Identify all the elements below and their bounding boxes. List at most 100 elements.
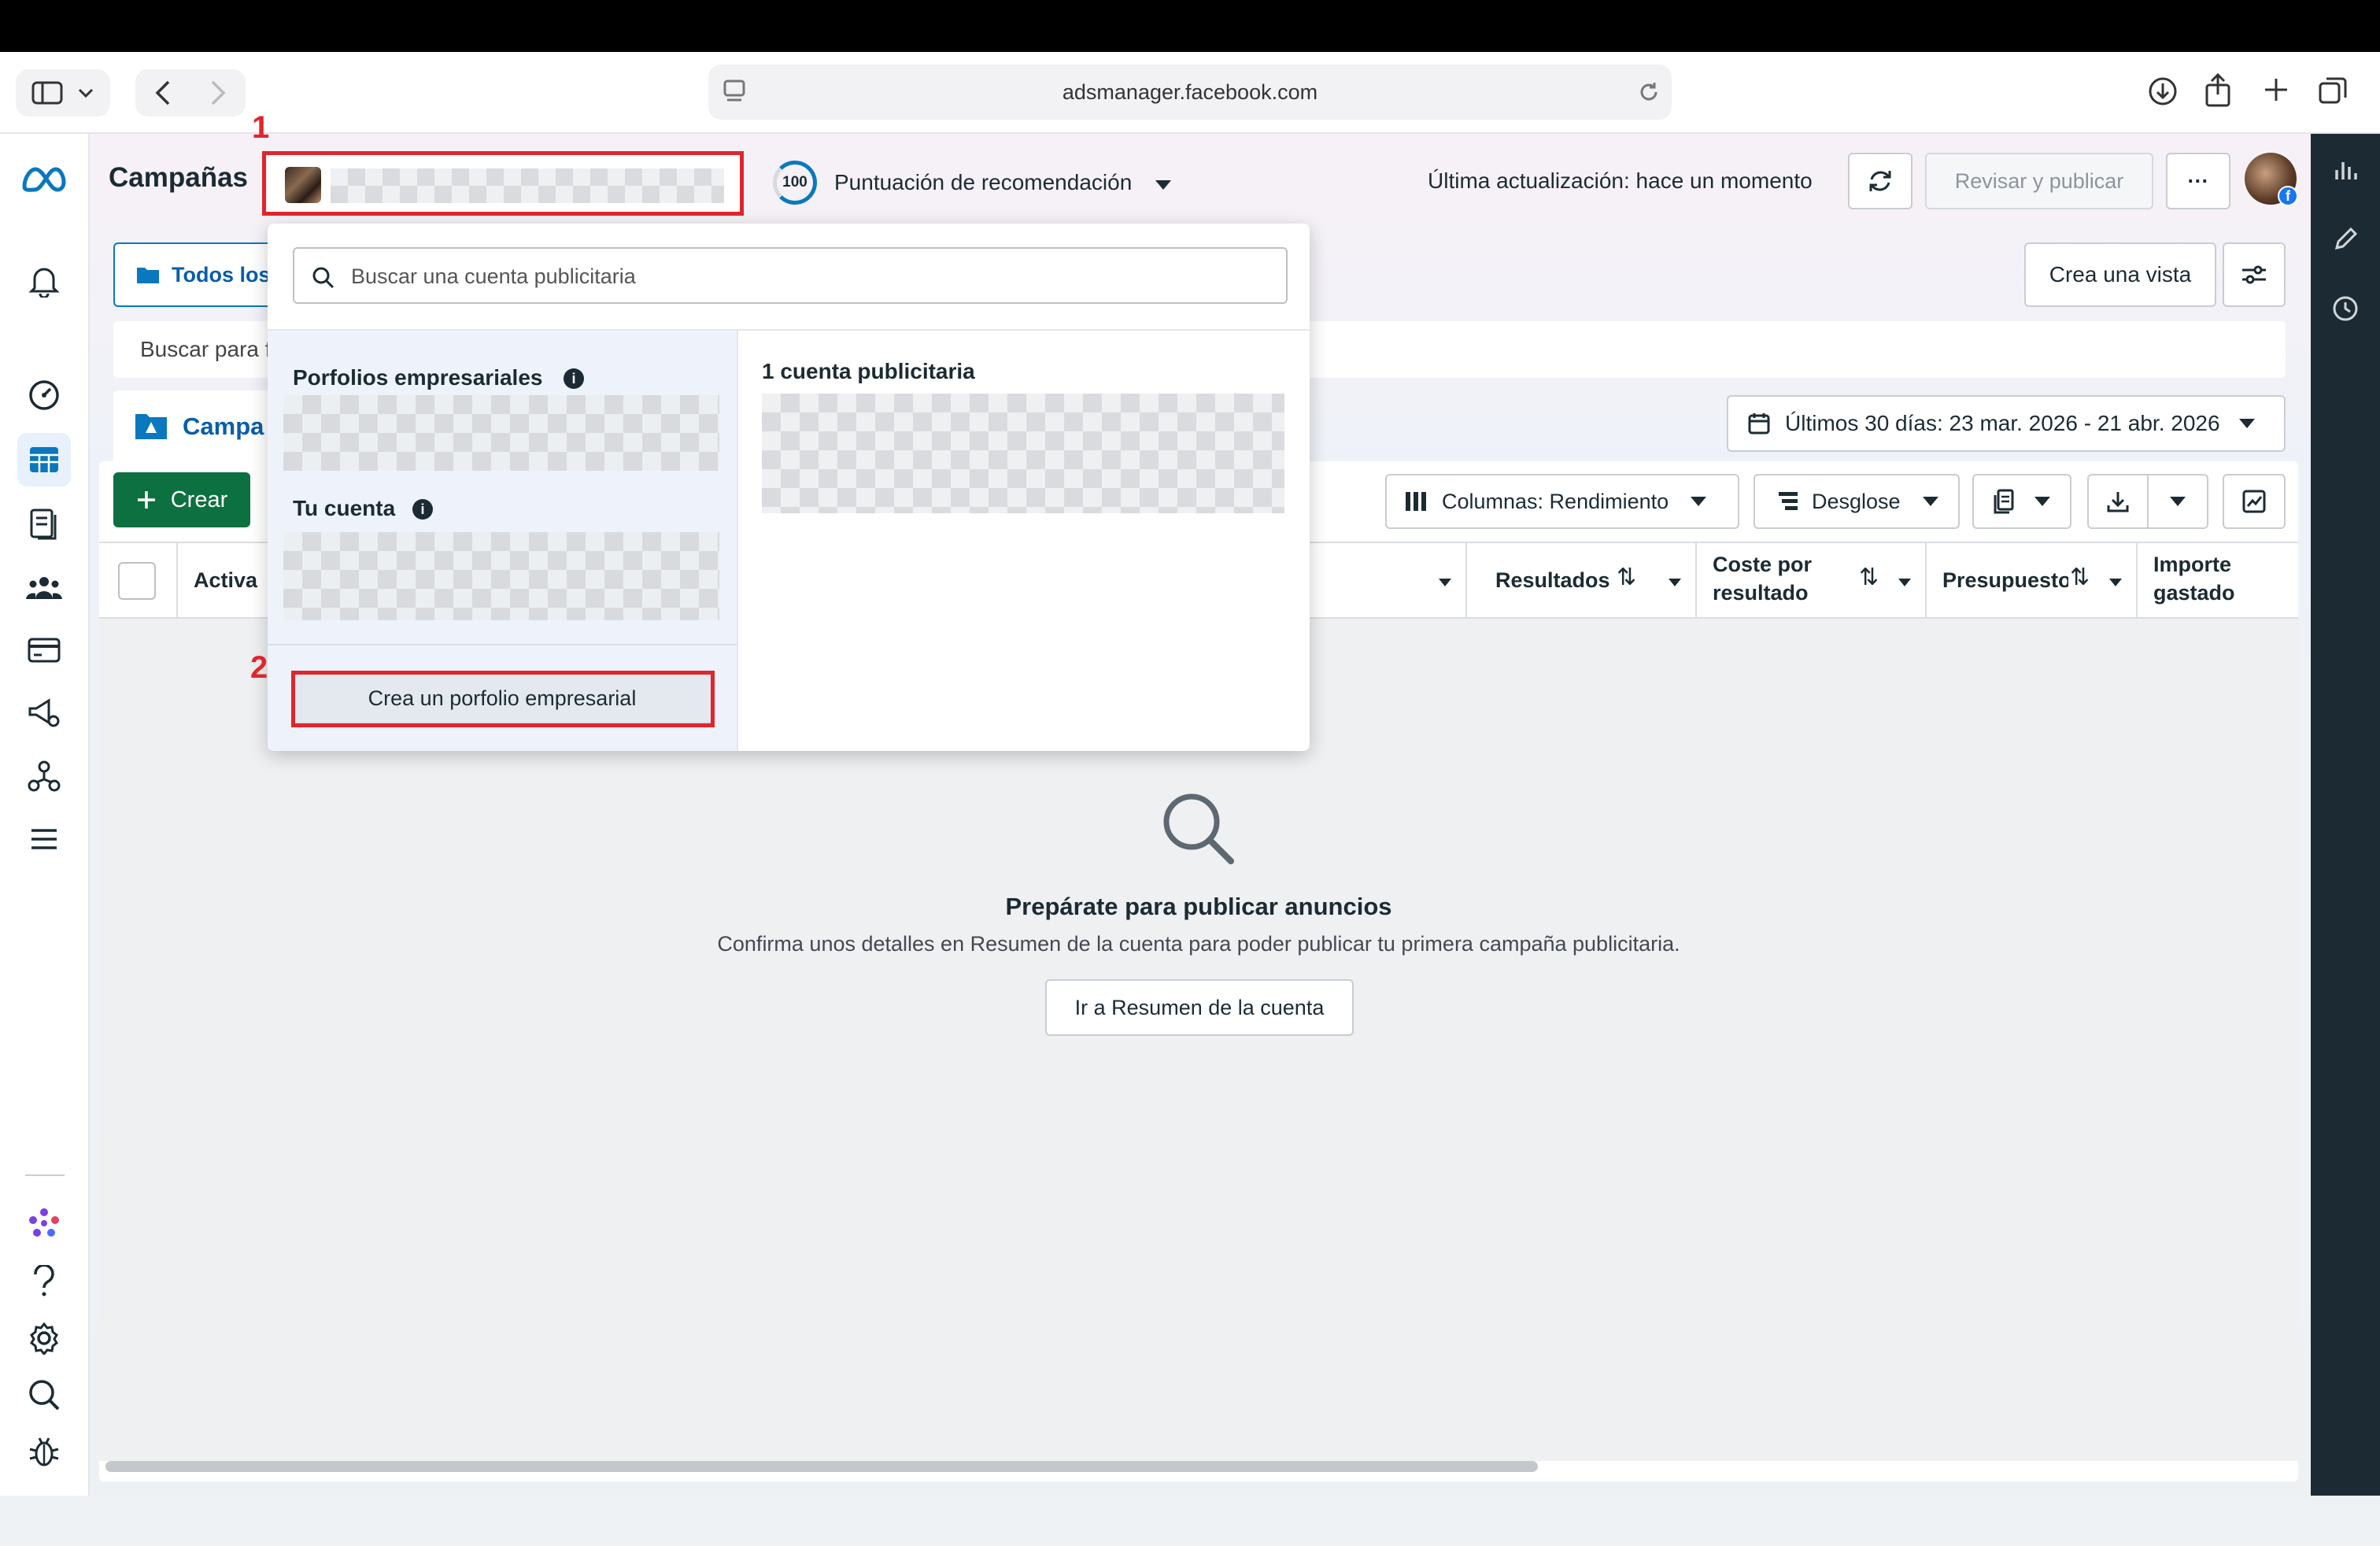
- bottom-bar: [0, 1496, 2380, 1546]
- nav-arrows: [135, 69, 246, 117]
- col-header-cost-line1[interactable]: Coste por: [1713, 553, 1812, 577]
- date-range-picker[interactable]: Últimos 30 días: 23 mar. 2026 - 21 abr. …: [1727, 395, 2286, 452]
- ad-settings-icon[interactable]: [17, 686, 71, 740]
- breakdown-chevron-icon: [1922, 497, 1938, 506]
- account-dropdown-panel: Buscar una cuenta publicitaria Porfolios…: [268, 224, 1310, 751]
- columns-chevron-icon: [1691, 497, 1707, 506]
- dashboard-icon[interactable]: [17, 368, 71, 422]
- tab-all-label: Todos los: [172, 262, 271, 287]
- horizontal-scrollbar[interactable]: [105, 1461, 1538, 1472]
- col-divider: [176, 543, 178, 619]
- create-button[interactable]: Crear: [113, 472, 250, 527]
- col-header-spent-line1[interactable]: Importe: [2153, 553, 2231, 577]
- history-icon[interactable]: [2326, 290, 2364, 327]
- audiences-icon[interactable]: [17, 560, 71, 614]
- bug-report-icon[interactable]: [17, 1425, 71, 1478]
- view-settings-button[interactable]: [2223, 242, 2286, 307]
- account-search-icon: [312, 267, 334, 289]
- col-divider: [1465, 543, 1467, 619]
- export-more-button[interactable]: [2147, 474, 2208, 529]
- review-publish-button[interactable]: Revisar y publicar: [1925, 153, 2153, 209]
- col-chevron-icon[interactable]: [1439, 576, 1451, 590]
- columns-label: Columnas: Rendimiento: [1442, 489, 1669, 513]
- meta-ai-icon[interactable]: [17, 1196, 71, 1250]
- portfolios-info-icon[interactable]: i: [564, 368, 584, 389]
- integrations-icon[interactable]: [17, 749, 71, 803]
- campaign-search-placeholder: Buscar para f: [140, 337, 272, 361]
- refresh-icon: [1869, 171, 1891, 191]
- help-icon[interactable]: [17, 1255, 71, 1308]
- breakdown-label: Desglose: [1812, 489, 1901, 513]
- breakdown-dropdown[interactable]: Desglose: [1754, 474, 1960, 529]
- reports-icon[interactable]: [17, 497, 71, 551]
- folder-icon: [137, 268, 159, 283]
- notifications-icon[interactable]: [17, 253, 71, 307]
- chart-icon[interactable]: [2326, 151, 2364, 189]
- column-divider: [737, 331, 738, 751]
- settings-icon[interactable]: [17, 1311, 71, 1365]
- sidebar-toggle-icon[interactable]: [16, 69, 110, 117]
- sliders-icon: [2242, 265, 2266, 284]
- forward-icon[interactable]: [209, 80, 227, 106]
- export-chevron-icon: [2170, 497, 2186, 506]
- annotation-box-1: [262, 151, 744, 216]
- col-header-spent-line2[interactable]: gastado: [2153, 581, 2235, 605]
- search-icon[interactable]: [17, 1368, 71, 1422]
- account-search-input[interactable]: Buscar una cuenta publicitaria: [293, 247, 1288, 304]
- recommendation-chevron-icon[interactable]: [1155, 179, 1171, 194]
- page-title: Campañas: [109, 162, 249, 193]
- recommendation-score-gauge: 100: [773, 161, 817, 205]
- create-view-button[interactable]: Crea una vista: [2024, 242, 2216, 307]
- sort-cost-icon[interactable]: ⇅: [1859, 564, 1879, 591]
- col-header-results[interactable]: Resultados: [1495, 568, 1610, 593]
- portfolio-divider: [268, 644, 737, 645]
- recommendation-label[interactable]: Puntuación de recomendación: [834, 170, 1132, 195]
- results-chevron-icon[interactable]: [1669, 576, 1681, 590]
- your-account-heading: Tu cuenta: [293, 496, 396, 520]
- share-icon[interactable]: [2204, 72, 2232, 107]
- back-icon[interactable]: [154, 80, 172, 106]
- annotation-label-1: 1: [252, 110, 270, 145]
- charts-button[interactable]: [2223, 474, 2286, 529]
- reload-icon[interactable]: [1637, 80, 1661, 104]
- report-stack-icon: [1994, 489, 2014, 514]
- url-bar[interactable]: adsmanager.facebook.com: [708, 65, 1672, 120]
- personal-account-redacted[interactable]: [283, 532, 719, 620]
- portfolio-item-redacted[interactable]: [283, 395, 719, 471]
- accounts-count-heading: 1 cuenta publicitaria: [762, 359, 975, 383]
- menu-icon[interactable]: [17, 812, 71, 866]
- tabs-overview-icon[interactable]: [2317, 74, 2349, 105]
- facebook-badge-icon: f: [2278, 186, 2298, 206]
- portfolios-heading: Porfolios empresariales: [293, 365, 543, 390]
- edit-icon[interactable]: [2326, 220, 2364, 258]
- refresh-button[interactable]: [1848, 153, 1913, 209]
- export-button[interactable]: [2087, 474, 2149, 529]
- more-options-button[interactable]: ···: [2166, 153, 2230, 209]
- your-account-info-icon[interactable]: i: [412, 499, 433, 520]
- account-search-placeholder: Buscar una cuenta publicitaria: [351, 264, 636, 288]
- meta-logo-icon[interactable]: [17, 153, 71, 206]
- budget-chevron-icon[interactable]: [2109, 576, 2122, 590]
- calendar-icon: [1748, 413, 1770, 435]
- billing-icon[interactable]: [17, 623, 71, 677]
- go-to-account-summary-button[interactable]: Ir a Resumen de la cuenta: [1045, 979, 1354, 1036]
- url-text: adsmanager.facebook.com: [1062, 80, 1318, 104]
- select-all-checkbox[interactable]: [118, 562, 156, 600]
- col-header-active[interactable]: Activa: [194, 568, 257, 593]
- reports-dropdown[interactable]: [1972, 474, 2071, 529]
- new-tab-icon[interactable]: [2262, 76, 2290, 104]
- download-icon[interactable]: [2147, 76, 2179, 107]
- sort-budget-icon[interactable]: ⇅: [2070, 564, 2090, 591]
- left-nav: [0, 134, 90, 1496]
- col-header-budget[interactable]: Presupuesto: [1942, 568, 2068, 593]
- columns-dropdown[interactable]: Columnas: Rendimiento: [1385, 474, 1739, 529]
- col-header-cost-line2[interactable]: resultado: [1713, 581, 1809, 605]
- cost-chevron-icon[interactable]: [1898, 576, 1911, 590]
- col-divider: [2136, 543, 2138, 619]
- ad-account-item-redacted[interactable]: [762, 394, 1284, 513]
- sort-results-icon[interactable]: ⇅: [1617, 564, 1636, 591]
- empty-search-icon: [1163, 793, 1234, 864]
- campaigns-table-icon[interactable]: [17, 433, 71, 486]
- col-divider: [1925, 543, 1927, 619]
- export-download-icon: [2107, 492, 2129, 512]
